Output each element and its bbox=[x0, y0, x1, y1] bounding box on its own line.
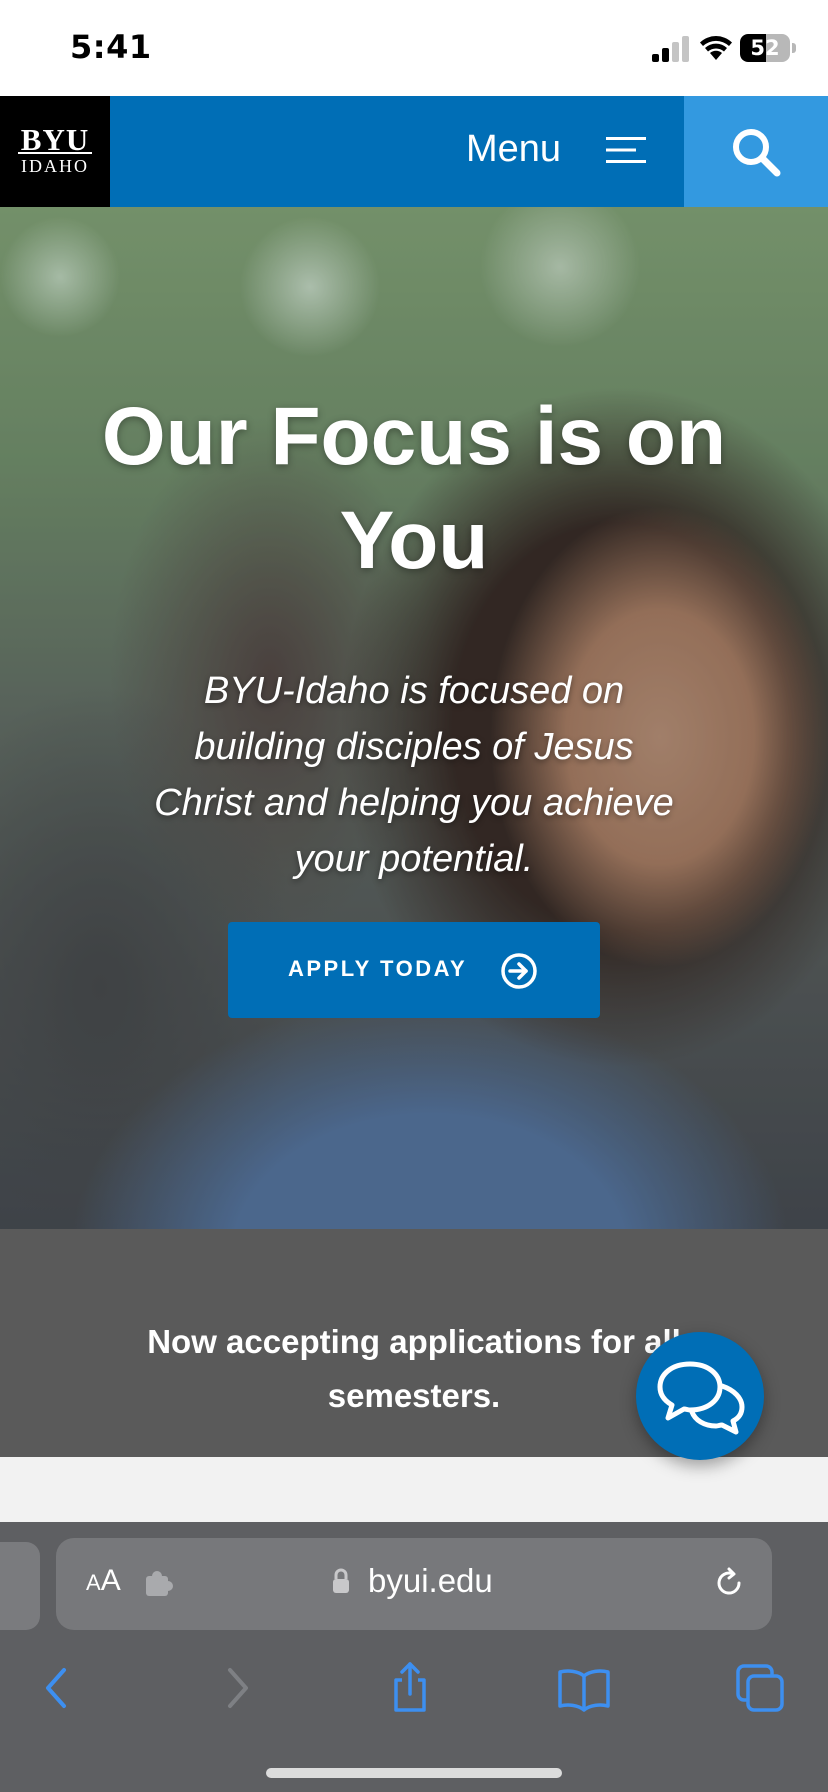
home-indicator[interactable] bbox=[266, 1768, 562, 1778]
address-bar[interactable]: AA byui.edu bbox=[56, 1538, 772, 1630]
wifi-icon bbox=[700, 36, 732, 60]
share-icon[interactable] bbox=[380, 1658, 440, 1718]
search-icon bbox=[733, 129, 781, 177]
logo-text-idaho: IDAHO bbox=[21, 156, 89, 176]
search-button[interactable] bbox=[684, 96, 828, 207]
byu-idaho-logo[interactable]: BYU IDAHO bbox=[0, 96, 110, 207]
url-text: byui.edu bbox=[368, 1562, 493, 1599]
banner-text: Now accepting applications for all semes… bbox=[147, 1323, 681, 1414]
status-bar: 5:41 52 bbox=[0, 0, 828, 96]
extension-icon[interactable] bbox=[144, 1570, 178, 1598]
chat-icon bbox=[657, 1361, 745, 1435]
status-time: 5:41 bbox=[70, 28, 152, 66]
chat-button[interactable] bbox=[636, 1332, 764, 1460]
battery-percent: 52 bbox=[750, 36, 780, 60]
tabs-icon[interactable] bbox=[730, 1658, 790, 1718]
menu-label: Menu bbox=[466, 128, 562, 170]
previous-tab-preview[interactable] bbox=[0, 1542, 40, 1630]
back-icon[interactable] bbox=[28, 1658, 88, 1718]
hero-title: Our Focus is on You bbox=[101, 391, 727, 586]
content-strip bbox=[0, 1457, 828, 1522]
forward-icon[interactable] bbox=[206, 1658, 266, 1718]
bookmarks-icon[interactable] bbox=[554, 1658, 614, 1718]
menu-button[interactable]: Menu bbox=[440, 96, 684, 207]
arrow-circle-icon bbox=[501, 953, 537, 989]
apply-today-label: APPLY TODAY bbox=[288, 956, 468, 981]
hero-subtitle: BYU-Idaho is focused on building discipl… bbox=[154, 670, 674, 880]
browser-toolbar: AA byui.edu bbox=[0, 1522, 828, 1792]
battery-indicator: 52 bbox=[740, 34, 796, 62]
hamburger-icon bbox=[606, 137, 646, 163]
hero-section: Our Focus is on You BYU-Idaho is focused… bbox=[0, 207, 828, 1229]
lock-icon bbox=[333, 1568, 349, 1593]
reader-settings-button[interactable]: AA bbox=[86, 1564, 121, 1598]
reload-icon[interactable] bbox=[712, 1566, 746, 1600]
apply-today-button[interactable]: APPLY TODAY bbox=[228, 922, 600, 1018]
site-header: BYU IDAHO Menu bbox=[0, 96, 828, 207]
cellular-signal-icon bbox=[652, 36, 689, 62]
